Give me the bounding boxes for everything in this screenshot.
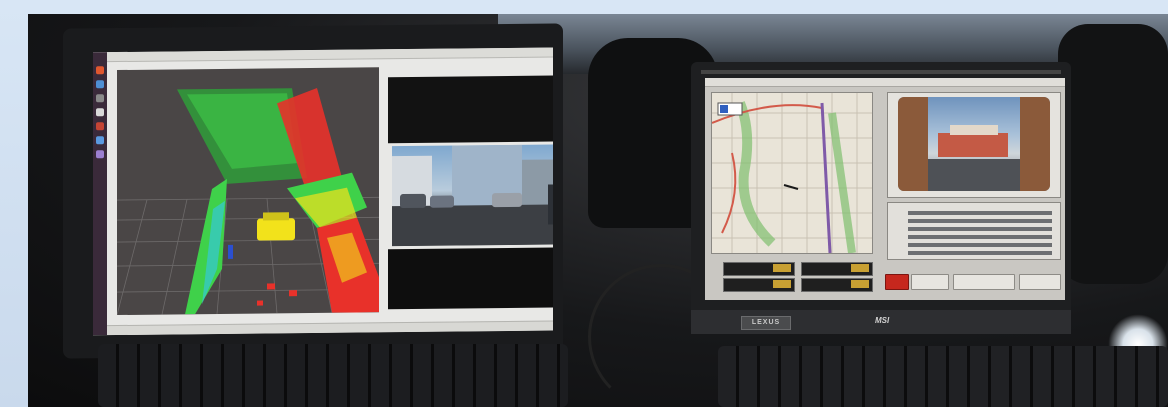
readout-value xyxy=(851,280,869,288)
front-camera-feed[interactable] xyxy=(392,144,553,247)
readout-value xyxy=(773,264,791,272)
lidar-wall-points xyxy=(177,87,379,315)
right-laptop: LEXUS MSI xyxy=(691,62,1071,334)
monitor-icon[interactable] xyxy=(96,136,104,145)
terminal-icon[interactable] xyxy=(96,108,104,117)
control-button[interactable] xyxy=(953,274,1015,290)
camera-panel-blank-top xyxy=(388,75,553,144)
log-line xyxy=(908,243,1052,247)
log-line xyxy=(908,251,1052,255)
ego-marker xyxy=(228,244,233,259)
readout-value xyxy=(851,264,869,272)
laptop-bottom-bezel: LEXUS MSI xyxy=(691,310,1071,334)
rear-camera-panel[interactable] xyxy=(887,92,1061,198)
app-launcher-icon[interactable] xyxy=(96,66,104,75)
readout-4 xyxy=(801,278,873,292)
control-button[interactable] xyxy=(911,274,949,290)
readout-3 xyxy=(723,278,795,292)
left-laptop xyxy=(63,23,563,359)
tool-icon[interactable] xyxy=(96,150,104,159)
settings-icon[interactable] xyxy=(96,122,104,131)
map-graphic xyxy=(712,93,872,253)
webcam-strip xyxy=(701,70,1061,74)
log-line xyxy=(908,227,1052,231)
menu-bar[interactable] xyxy=(107,47,553,63)
log-line xyxy=(908,235,1052,239)
control-buttons xyxy=(885,274,1061,292)
files-icon[interactable] xyxy=(96,94,104,103)
rear-camera-feed xyxy=(898,97,1050,191)
left-laptop-screen xyxy=(93,47,553,336)
readout-1 xyxy=(723,262,795,276)
right-laptop-keyboard xyxy=(718,346,1168,407)
brand-logo: MSI xyxy=(875,316,890,325)
detected-vehicle xyxy=(257,212,295,241)
photo-frame: LEXUS MSI xyxy=(28,14,1168,407)
street-scene xyxy=(392,144,553,247)
log-line xyxy=(908,211,1052,215)
status-log-panel xyxy=(887,202,1061,260)
browser-icon[interactable] xyxy=(96,80,104,89)
readout-value xyxy=(773,280,791,288)
lidar-visualization xyxy=(117,87,379,316)
log-line xyxy=(908,219,1052,223)
lidar-point-cloud-view[interactable] xyxy=(117,67,379,316)
seat-headrest-right xyxy=(1058,24,1168,284)
control-button[interactable] xyxy=(1019,274,1061,290)
navigation-map[interactable] xyxy=(711,92,873,254)
left-laptop-keyboard xyxy=(98,344,568,407)
window-title-bar[interactable] xyxy=(705,78,1065,87)
near-obstacles xyxy=(257,283,297,306)
telemetry-readouts xyxy=(711,260,873,294)
brand-plate: LEXUS xyxy=(741,316,791,330)
readout-2 xyxy=(801,262,873,276)
right-laptop-screen xyxy=(705,78,1065,300)
camera-panel-blank-bottom xyxy=(388,247,553,310)
map-layer-icon[interactable] xyxy=(720,105,728,113)
fisheye-scene xyxy=(898,97,1050,191)
status-bar xyxy=(107,320,553,336)
os-dock[interactable] xyxy=(93,52,107,336)
stop-button[interactable] xyxy=(885,274,909,290)
